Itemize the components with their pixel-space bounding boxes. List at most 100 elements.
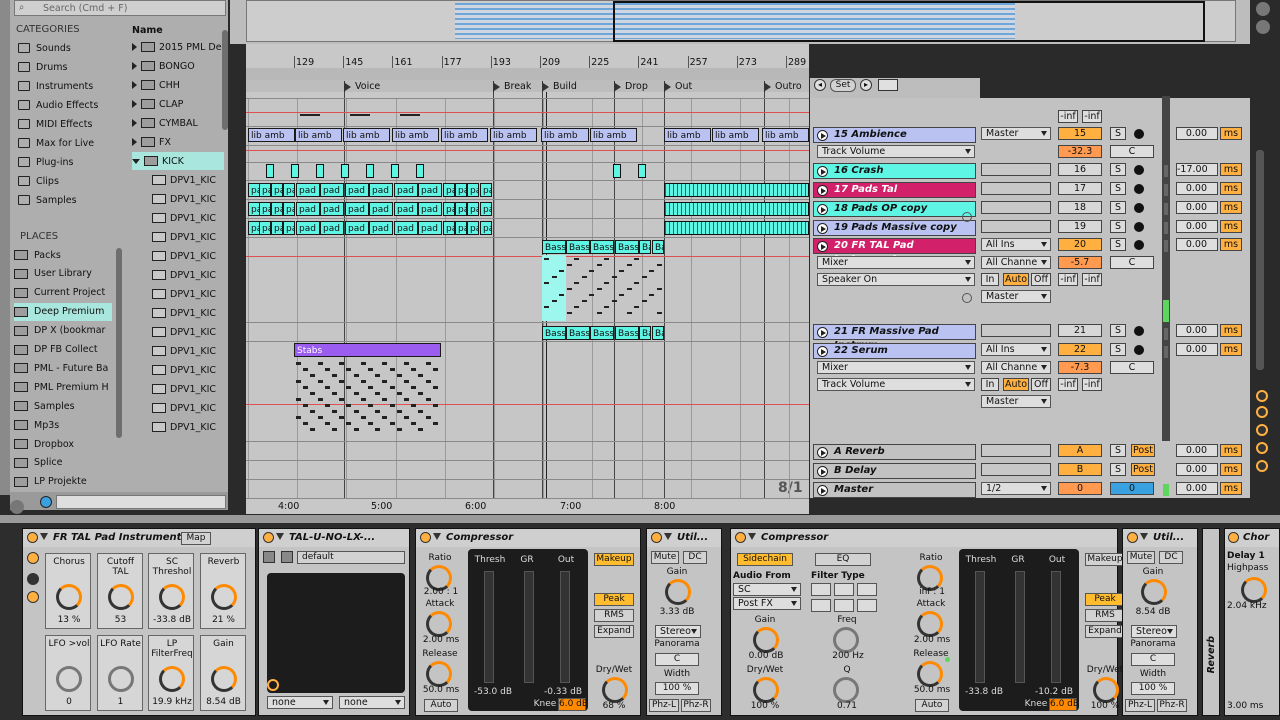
clip-ambience[interactable]: lib amb [248, 128, 295, 142]
sc-gain-knob[interactable] [753, 627, 779, 653]
track-delay-value[interactable]: 0.00 [1176, 220, 1218, 233]
clip-crash[interactable] [316, 164, 324, 178]
arm-button[interactable] [1134, 326, 1144, 336]
clip-pad[interactable]: pa [443, 183, 455, 197]
arrangement-view[interactable] [246, 98, 809, 498]
track-activator-button[interactable]: A [1058, 444, 1102, 457]
device-power-icon[interactable] [27, 532, 38, 543]
clip-pad[interactable]: pad [320, 183, 344, 197]
device-power-icon[interactable] [1228, 532, 1239, 543]
track-fold-icon[interactable] [817, 223, 828, 234]
locator-voice[interactable]: Voice [344, 81, 380, 93]
add-device-icon[interactable] [962, 293, 972, 303]
post-button[interactable]: Post [1131, 444, 1155, 457]
mute-button[interactable]: Mute [1127, 551, 1155, 564]
filter-shape-button[interactable] [811, 599, 831, 612]
place-item[interactable]: Splice [14, 454, 112, 472]
arm-button[interactable] [1134, 165, 1144, 175]
sample-row[interactable]: DPV1_KIC [152, 171, 224, 189]
sc-freq-knob[interactable] [833, 627, 859, 653]
clip-pad[interactable]: pa [283, 183, 295, 197]
clip-pad[interactable]: pa [271, 221, 283, 235]
meter-gr[interactable] [1015, 571, 1025, 683]
track-fold-icon[interactable] [817, 327, 828, 338]
clip-pad[interactable]: pad [345, 221, 369, 235]
phase-left-button[interactable]: Phz-L [649, 699, 679, 712]
filter-shape-button[interactable] [857, 583, 877, 596]
macro-knob-cell[interactable]: Chorus 13 % [45, 553, 91, 629]
sample-row[interactable]: DPV1_KIC [152, 209, 224, 227]
sample-row[interactable]: DPV1_KIC [152, 399, 224, 417]
clip-pad[interactable]: pad [320, 202, 344, 216]
macro-knob-cell[interactable]: LFO >vol 0 [45, 635, 91, 711]
filter-shape-button[interactable] [834, 583, 854, 596]
sample-row[interactable]: DPV1_KIC [152, 285, 224, 303]
expand-arrow-icon[interactable] [132, 43, 137, 51]
track-delay-value[interactable]: 0.00 [1176, 324, 1218, 337]
peak-button[interactable]: Peak [1085, 593, 1125, 606]
macro-knob[interactable] [210, 666, 237, 692]
track-delay-value[interactable]: 0.00 [1176, 463, 1218, 476]
track-delay-value[interactable]: -17.00 [1176, 163, 1218, 176]
macro-knob-cell[interactable]: Cutoff TAL 53 [96, 553, 143, 629]
release-knob[interactable] [917, 661, 943, 687]
expand-button[interactable]: Expand [1085, 625, 1125, 638]
volume-field-22[interactable]: -7.3 [1058, 361, 1102, 374]
arm-button[interactable] [1134, 184, 1144, 194]
delay-unit-toggle[interactable]: ms [1220, 238, 1242, 251]
clip-crash[interactable] [341, 164, 349, 178]
clip-pad[interactable]: pad [394, 183, 418, 197]
makeup-button[interactable]: Makeup [1085, 553, 1125, 566]
clip-pad[interactable]: pa [271, 202, 283, 216]
monitor-in-button-22[interactable]: In [981, 378, 999, 391]
track-automation-select[interactable]: Track Volume [817, 145, 975, 158]
locator-build[interactable]: Build [542, 81, 577, 93]
track-header-18[interactable]: 18 Pads OP copy [813, 201, 976, 217]
clip-bass[interactable]: Bass [542, 240, 566, 254]
clip-pad-dense[interactable] [664, 202, 809, 216]
track-activator-button[interactable]: 17 [1058, 182, 1102, 195]
locator-break[interactable]: Break [493, 81, 531, 93]
clip-pad[interactable]: pad [296, 183, 320, 197]
expand-arrow-icon[interactable] [132, 100, 137, 108]
track-output-select[interactable]: All Ins [981, 343, 1051, 356]
clip-pad[interactable]: pad [418, 202, 442, 216]
clip-bass-selected[interactable] [542, 255, 566, 321]
clip-pad[interactable]: pa [455, 183, 467, 197]
track-output-select[interactable]: All Ins [981, 238, 1051, 251]
sample-row[interactable]: DPV1_KIC [152, 304, 224, 322]
clip-ambience[interactable]: lib amb [295, 128, 342, 142]
track-fold-icon[interactable] [817, 466, 828, 477]
macro-knob-cell[interactable]: LP FilterFreq 19.9 kHz [148, 635, 194, 711]
clip-pad[interactable]: pad [296, 221, 320, 235]
gain-knob[interactable] [1141, 579, 1167, 605]
folder-row[interactable]: 2015 PML De [132, 38, 224, 56]
arm-button[interactable] [1134, 345, 1144, 355]
dc-button[interactable]: DC [683, 551, 707, 564]
filter-shape-button[interactable] [857, 599, 877, 612]
delay-unit-toggle[interactable]: ms [1220, 343, 1242, 356]
knee-value[interactable]: 6.0 dB [1049, 698, 1079, 711]
clip-bass[interactable]: Bass [652, 240, 664, 254]
pan-field-20[interactable]: C [1110, 256, 1154, 269]
clip-pad-dense[interactable] [664, 221, 809, 235]
device-fold-icon[interactable] [433, 533, 441, 540]
expand-arrow-icon[interactable] [132, 81, 137, 89]
device-fold-icon[interactable] [40, 533, 48, 540]
clip-bass[interactable]: Bass [639, 326, 651, 340]
io-toggle-icon[interactable] [1256, 460, 1268, 472]
attack-knob[interactable] [426, 611, 452, 637]
place-item[interactable]: Deep Premium [14, 302, 112, 321]
category-clips[interactable]: Clips [18, 172, 59, 190]
delay-unit-toggle[interactable]: ms [1220, 220, 1242, 233]
clip-pad[interactable]: pa [480, 183, 492, 197]
sidechain-tap-select[interactable]: Post FX [733, 597, 801, 610]
delay-unit-toggle[interactable]: ms [1220, 324, 1242, 337]
monitor-in-button[interactable]: In [981, 273, 999, 286]
track-header-b[interactable]: B Delay [813, 463, 976, 479]
phase-left-button[interactable]: Phz-L [1125, 699, 1155, 712]
place-item[interactable]: LP Projekte [14, 473, 112, 491]
category-plug-ins[interactable]: Plug-ins [18, 153, 73, 171]
collapse-arrow-icon[interactable] [132, 158, 140, 164]
place-item[interactable]: PML Premium H [14, 378, 112, 396]
